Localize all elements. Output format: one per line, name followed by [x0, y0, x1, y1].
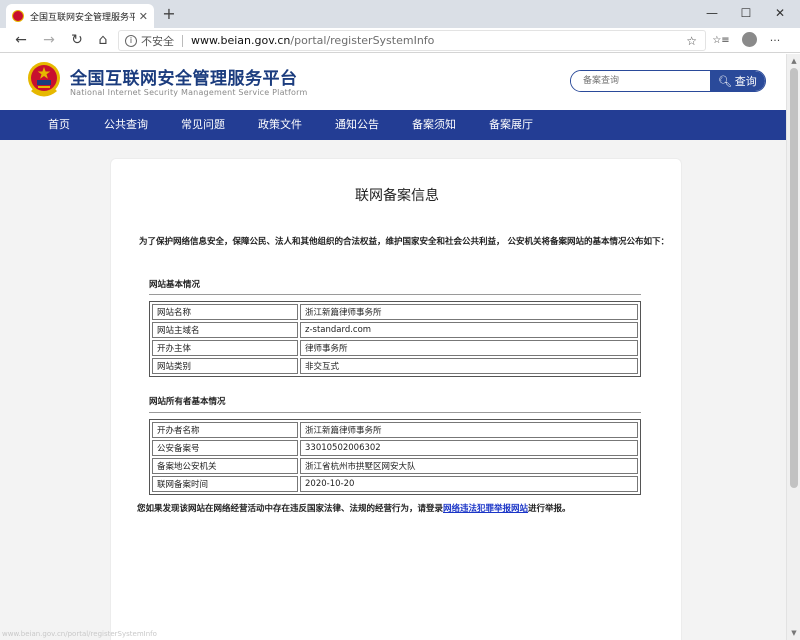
table-row: 公安备案号 33010502006302	[152, 440, 638, 456]
site-info-table: 网站名称 浙江新篇律师事务所 网站主域名 z-standard.com 开办主体…	[149, 301, 641, 377]
collections-icon[interactable]: ☆≡	[712, 32, 730, 49]
status-url: www.beian.gov.cn/portal/registerSystemIn…	[2, 630, 157, 638]
row-label: 联网备案时间	[152, 476, 298, 492]
row-value: z-standard.com	[300, 322, 638, 338]
row-label: 公安备案号	[152, 440, 298, 456]
card-title: 联网备案信息	[355, 188, 439, 204]
search-input[interactable]	[571, 71, 710, 91]
row-label: 开办主体	[152, 340, 298, 356]
row-value: 33010502006302	[300, 440, 638, 456]
home-icon[interactable]: ⌂	[94, 32, 112, 49]
reload-icon[interactable]: ↻	[68, 32, 86, 49]
section-heading-owner: 网站所有者基本情况	[149, 397, 226, 407]
page-scrollbar[interactable]: ▲ ▼	[786, 54, 800, 640]
tab-bar: 全国互联网安全管理服务平台 ✕ + — ☐ ✕	[0, 0, 800, 28]
table-row: 网站类别 非交互式	[152, 358, 638, 374]
main-nav: 首页 公共查询 常见问题 政策文件 通知公告 备案须知 备案展厅	[0, 110, 786, 140]
search-box: 🔍︎ 查询	[570, 70, 766, 92]
row-value: 律师事务所	[300, 340, 638, 356]
table-row: 网站名称 浙江新篇律师事务所	[152, 304, 638, 320]
favorite-star-icon[interactable]: ☆	[686, 34, 697, 48]
nav-item-home[interactable]: 首页	[48, 110, 70, 140]
settings-menu-icon[interactable]: ···	[766, 32, 784, 49]
report-footnote: 您如果发现该网站在网络经营活动中存在违反国家法律、法规的经营行为，请登录网络违法…	[137, 502, 571, 514]
section-divider	[149, 412, 641, 413]
search-button[interactable]: 🔍︎ 查询	[709, 71, 765, 91]
close-window-button[interactable]: ✕	[768, 6, 792, 20]
table-row: 开办主体 律师事务所	[152, 340, 638, 356]
profile-avatar[interactable]	[742, 32, 757, 47]
site-subtitle: National Internet Security Management Se…	[70, 88, 308, 97]
security-label[interactable]: 不安全	[141, 33, 174, 49]
scroll-down-icon[interactable]: ▼	[790, 629, 798, 637]
site-header: 全国互联网安全管理服务平台 National Internet Security…	[0, 54, 786, 110]
nav-item-notices[interactable]: 通知公告	[335, 110, 379, 140]
nav-item-exhibition[interactable]: 备案展厅	[489, 110, 533, 140]
row-value: 浙江新篇律师事务所	[300, 422, 638, 438]
scroll-thumb[interactable]	[790, 68, 798, 488]
record-info-card: 联网备案信息 为了保护网络信息安全，保障公民、法人和其他组织的合法权益，维护国家…	[110, 158, 682, 640]
row-value: 2020-10-20	[300, 476, 638, 492]
intro-text: 为了保护网络信息安全，保障公民、法人和其他组织的合法权益，维护国家安全和社会公共…	[139, 237, 669, 247]
row-label: 备案地公安机关	[152, 458, 298, 474]
report-site-link[interactable]: 网络违法犯罪举报网站	[443, 504, 528, 514]
site-favicon-icon	[12, 10, 24, 22]
row-label: 网站类别	[152, 358, 298, 374]
police-emblem-icon[interactable]	[26, 60, 62, 98]
row-value: 浙江新篇律师事务所	[300, 304, 638, 320]
nav-item-guidelines[interactable]: 备案须知	[412, 110, 456, 140]
minimize-button[interactable]: —	[700, 6, 724, 20]
section-heading-site: 网站基本情况	[149, 280, 201, 290]
row-label: 网站主域名	[152, 322, 298, 338]
scroll-up-icon[interactable]: ▲	[790, 57, 798, 65]
owner-info-table: 开办者名称 浙江新篇律师事务所 公安备案号 33010502006302 备案地…	[149, 419, 641, 495]
back-icon[interactable]: ←	[12, 32, 30, 49]
new-tab-button[interactable]: +	[160, 6, 178, 24]
search-button-label: 查询	[734, 75, 757, 88]
table-row: 网站主域名 z-standard.com	[152, 322, 638, 338]
row-label: 开办者名称	[152, 422, 298, 438]
info-icon[interactable]: i	[125, 34, 137, 47]
nav-item-public-query[interactable]: 公共查询	[104, 110, 148, 140]
section-divider	[149, 294, 641, 295]
row-label: 网站名称	[152, 304, 298, 320]
site-title[interactable]: 全国互联网安全管理服务平台	[70, 64, 298, 89]
row-value: 非交互式	[300, 358, 638, 374]
browser-tab[interactable]: 全国互联网安全管理服务平台 ✕	[6, 4, 154, 28]
tab-close-icon[interactable]: ✕	[139, 10, 148, 23]
table-row: 开办者名称 浙江新篇律师事务所	[152, 422, 638, 438]
nav-item-faq[interactable]: 常见问题	[181, 110, 225, 140]
forward-icon[interactable]: →	[40, 32, 58, 49]
tab-title: 全国互联网安全管理服务平台	[30, 12, 135, 23]
address-path: /portal/registerSystemInfo	[290, 34, 435, 47]
page-viewport: 全国互联网安全管理服务平台 National Internet Security…	[0, 54, 786, 640]
nav-item-policy[interactable]: 政策文件	[258, 110, 302, 140]
footnote-text: 您如果发现该网站在网络经营活动中存在违反国家法律、法规的经营行为，请登录	[137, 504, 444, 514]
row-value: 浙江省杭州市拱墅区网安大队	[300, 458, 638, 474]
footnote-text-end: 进行举报。	[528, 504, 571, 514]
search-icon: 🔍︎	[717, 74, 732, 88]
address-bar[interactable]: i 不安全 www.beian.gov.cn /portal/registerS…	[118, 30, 706, 51]
table-row: 联网备案时间 2020-10-20	[152, 476, 638, 492]
address-separator	[182, 34, 183, 47]
maximize-button[interactable]: ☐	[734, 6, 758, 20]
browser-toolbar: ← → ↻ ⌂ i 不安全 www.beian.gov.cn /portal/r…	[0, 28, 800, 53]
table-row: 备案地公安机关 浙江省杭州市拱墅区网安大队	[152, 458, 638, 474]
address-host: www.beian.gov.cn	[191, 34, 291, 47]
